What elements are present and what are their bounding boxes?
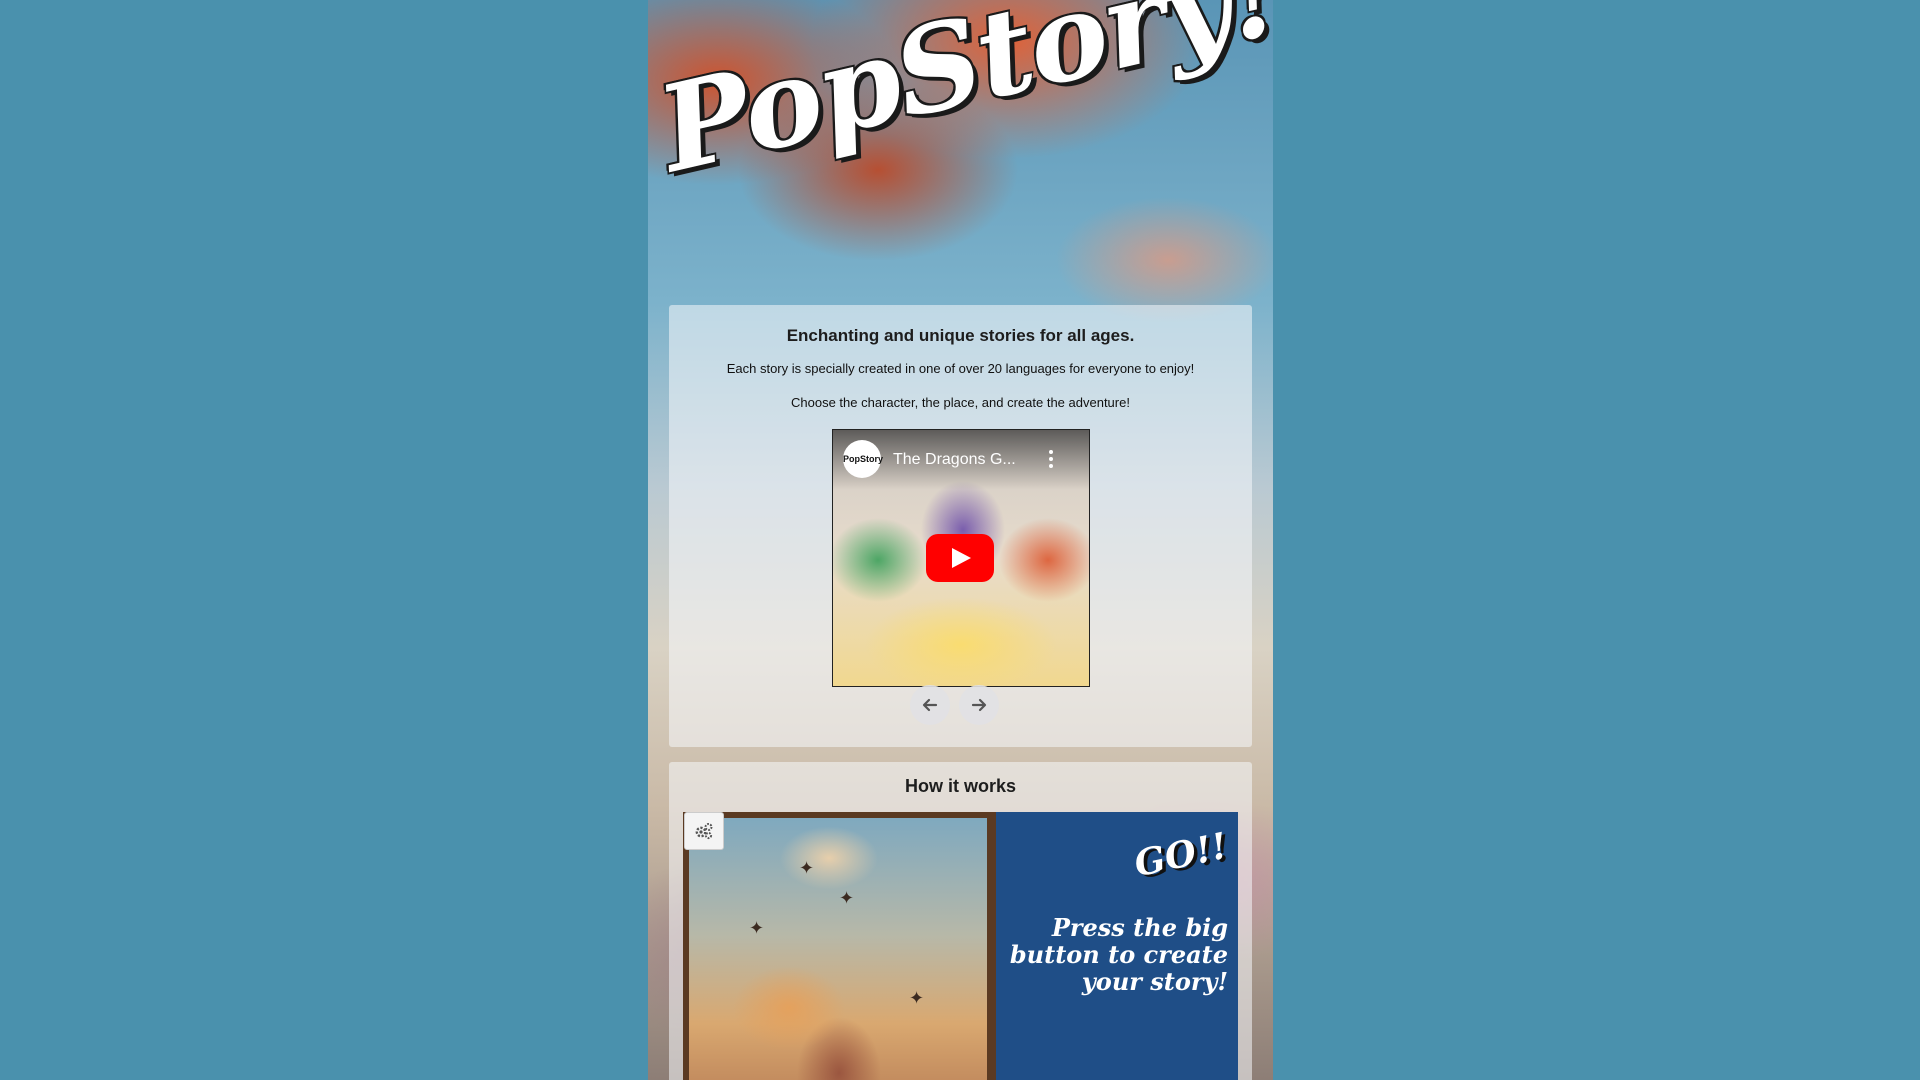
more-options-icon[interactable] <box>1049 450 1055 471</box>
instruction-panel: GO!! Press the big button to create your… <box>996 812 1238 1080</box>
youtube-play-icon[interactable] <box>926 534 994 582</box>
intro-card: Enchanting and unique stories for all ag… <box>669 305 1252 747</box>
arrow-left-icon <box>922 698 938 712</box>
how-it-works-heading: How it works <box>904 776 1016 796</box>
settings-button[interactable] <box>684 812 724 850</box>
arrow-right-icon <box>971 698 987 712</box>
how-it-works-card: How it works ✦ ✦ ✦ ✦ GO!! Press the big … <box>669 762 1252 1080</box>
carousel-prev-button[interactable] <box>910 685 950 725</box>
video-title[interactable]: The Dragons G... <box>893 451 1016 469</box>
main-column: PopStory!! Enchanting and unique stories… <box>648 0 1273 1080</box>
gears-icon <box>695 823 713 840</box>
go-title: GO!! <box>1130 824 1232 886</box>
intro-heading: Enchanting and unique stories for all ag… <box>786 326 1135 345</box>
instruction-text: Press the big button to create your stor… <box>1009 913 1228 996</box>
intro-text-adventure: Choose the character, the place, and cre… <box>791 395 1130 410</box>
channel-avatar[interactable]: PopStory <box>843 440 883 478</box>
butterfly-icon: ✦ <box>839 888 855 908</box>
story-illustration: ✦ ✦ ✦ ✦ <box>683 812 993 1080</box>
butterfly-icon: ✦ <box>909 988 925 1008</box>
carousel-next-button[interactable] <box>959 685 999 725</box>
intro-text-languages: Each story is specially created in one o… <box>726 361 1195 376</box>
youtube-video-embed[interactable]: PopStory The Dragons G... <box>832 429 1090 687</box>
butterfly-icon: ✦ <box>799 858 815 878</box>
butterfly-icon: ✦ <box>749 918 765 938</box>
popstory-logo: PopStory!! <box>648 0 1273 199</box>
